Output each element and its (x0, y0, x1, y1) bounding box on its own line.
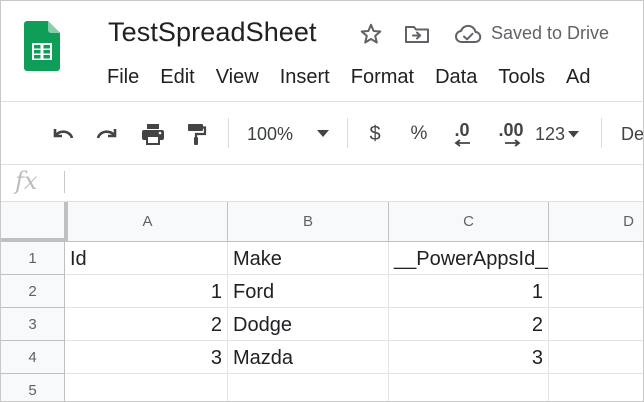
cell-c2[interactable]: 1 (389, 275, 549, 308)
arrow-right-icon (505, 139, 521, 147)
menu-tools[interactable]: Tools (498, 64, 545, 90)
formula-separator (64, 171, 65, 193)
menu-view[interactable]: View (216, 64, 259, 90)
arrow-left-icon (454, 139, 470, 147)
cell-b5[interactable] (228, 374, 389, 401)
cell-d1[interactable] (549, 242, 643, 275)
cell-b3[interactable]: Dodge (228, 308, 389, 341)
cell-c1[interactable]: __PowerAppsId__ (389, 242, 549, 275)
cell-b2[interactable]: Ford (228, 275, 389, 308)
cell-a3[interactable]: 2 (65, 308, 228, 341)
cell-a1[interactable]: Id (65, 242, 228, 275)
menu-addons[interactable]: Ad (566, 64, 590, 90)
cell-d2[interactable] (549, 275, 643, 308)
menu-insert[interactable]: Insert (280, 64, 330, 90)
toolbar-separator (601, 118, 602, 148)
menu-bar: File Edit View Insert Format Data Tools … (107, 64, 612, 90)
menu-edit[interactable]: Edit (160, 64, 194, 90)
spreadsheet-window: TestSpreadSheet Saved to Drive File Edit… (0, 0, 644, 402)
row-header-3[interactable]: 3 (1, 308, 65, 341)
zoom-select[interactable]: 100% (247, 120, 337, 148)
toolbar-separator (347, 118, 348, 148)
row-header-4[interactable]: 4 (1, 341, 65, 374)
row-header-1[interactable]: 1 (1, 242, 65, 275)
menu-format[interactable]: Format (351, 64, 414, 90)
toolbar-separator (228, 118, 229, 148)
number-format-select[interactable]: 123 (535, 120, 587, 148)
cell-a5[interactable] (65, 374, 228, 401)
move-to-folder-icon[interactable] (404, 21, 430, 47)
toolbar: 100% $ % .0 .00 123 De (1, 102, 643, 164)
column-header-d[interactable]: D (549, 202, 643, 242)
spreadsheet-grid: A B C D 1 2 3 4 5 Id Make __PowerAppsId_… (1, 202, 643, 401)
redo-icon[interactable] (91, 120, 123, 148)
paint-format-icon[interactable] (181, 120, 211, 148)
cell-a2[interactable]: 1 (65, 275, 228, 308)
print-icon[interactable] (137, 120, 169, 148)
cell-c4[interactable]: 3 (389, 341, 549, 374)
column-header-b[interactable]: B (228, 202, 389, 242)
menu-file[interactable]: File (107, 64, 139, 90)
cell-d3[interactable] (549, 308, 643, 341)
currency-format-button[interactable]: $ (361, 120, 389, 148)
decrease-decimal-button[interactable]: .0 (445, 120, 479, 148)
cell-d4[interactable] (549, 341, 643, 374)
star-icon[interactable] (358, 21, 384, 47)
fx-icon: fx (15, 167, 38, 195)
cell-b4[interactable]: Mazda (228, 341, 389, 374)
percent-format-button[interactable]: % (405, 120, 433, 148)
chevron-down-icon (317, 130, 330, 137)
column-header-c[interactable]: C (389, 202, 549, 242)
formula-input[interactable] (73, 169, 633, 195)
row-header-5[interactable]: 5 (1, 374, 65, 401)
cloud-saved-icon (453, 21, 483, 47)
cell-c5[interactable] (389, 374, 549, 401)
undo-icon[interactable] (47, 120, 79, 148)
row-header-2[interactable]: 2 (1, 275, 65, 308)
cell-d5[interactable] (549, 374, 643, 401)
menu-data[interactable]: Data (435, 64, 477, 90)
select-all-corner[interactable] (1, 202, 68, 242)
cell-a4[interactable]: 3 (65, 341, 228, 374)
chevron-down-icon (568, 130, 580, 137)
google-sheets-logo-icon[interactable] (24, 21, 60, 71)
document-title[interactable]: TestSpreadSheet (108, 17, 317, 48)
font-family-select[interactable]: De (621, 120, 643, 148)
save-status-text: Saved to Drive (491, 23, 610, 43)
zoom-value: 100% (247, 123, 294, 144)
formula-bar: fx (1, 165, 643, 201)
cell-b1[interactable]: Make (228, 242, 389, 275)
column-header-a[interactable]: A (68, 202, 228, 242)
increase-decimal-button[interactable]: .00 (491, 120, 531, 148)
cell-c3[interactable]: 2 (389, 308, 549, 341)
